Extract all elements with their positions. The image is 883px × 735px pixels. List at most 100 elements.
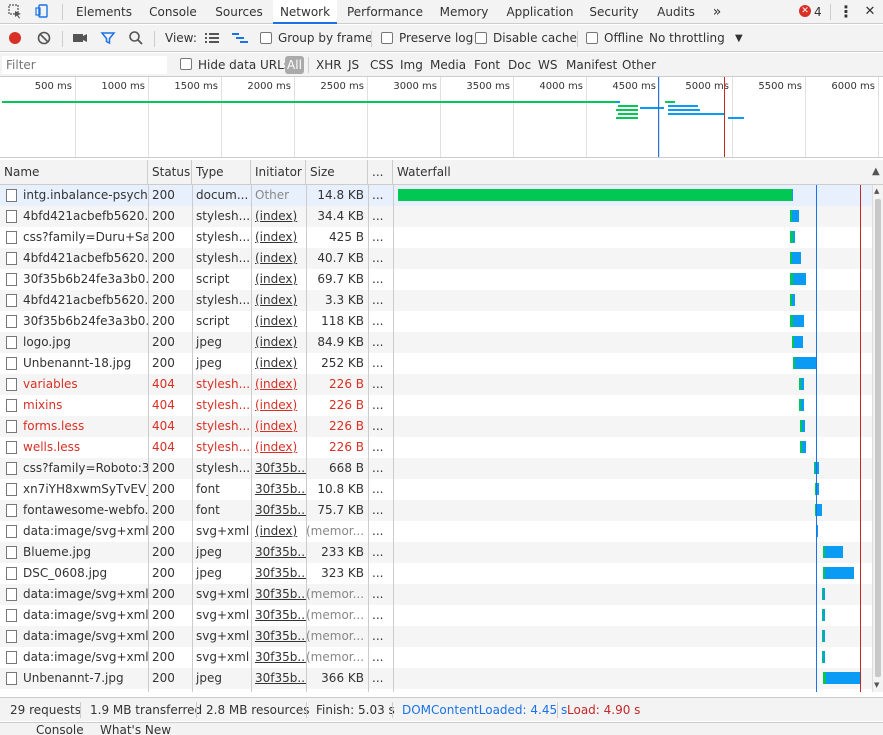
scroll-up-arrow-icon[interactable]: ▲	[874, 187, 879, 195]
waterfall-download-bar[interactable]	[793, 231, 795, 243]
table-row[interactable]: data:image/svg+xml;... 200 svg+xml30f35b..…	[0, 647, 872, 668]
waterfall-download-bar[interactable]	[801, 399, 804, 411]
hide-data-urls-checkbox[interactable]	[180, 58, 192, 70]
request-initiator[interactable]: (index)	[251, 374, 306, 395]
request-initiator[interactable]: (index)	[251, 290, 306, 311]
filter-type-font[interactable]: Font	[474, 53, 500, 77]
request-initiator[interactable]: 30f35b...	[251, 479, 306, 500]
tab-security[interactable]: Security	[586, 0, 642, 24]
request-name[interactable]: fontawesome-webfo...	[19, 500, 148, 521]
request-initiator[interactable]: 30f35b...	[251, 542, 306, 563]
filter-all-button[interactable]: All	[285, 56, 304, 74]
request-name[interactable]: wells.less	[19, 437, 148, 458]
request-name[interactable]: intg.inbalance-psych...	[19, 185, 148, 206]
waterfall-download-bar[interactable]	[793, 273, 806, 285]
group-by-frame-checkbox[interactable]	[260, 32, 272, 44]
request-name[interactable]: logo.jpg	[19, 332, 148, 353]
column-header-size[interactable]: Size	[306, 160, 368, 185]
chevron-down-icon[interactable]: ▼	[735, 25, 743, 52]
filter-type-css[interactable]: CSS	[370, 53, 394, 77]
request-initiator[interactable]: (index)	[251, 353, 306, 374]
request-name[interactable]: forms.less	[19, 416, 148, 437]
error-icon[interactable]: ✕	[799, 5, 811, 17]
waterfall-download-bar[interactable]	[823, 588, 825, 600]
error-count[interactable]: 4	[814, 0, 822, 24]
request-initiator[interactable]: (index)	[251, 437, 306, 458]
request-initiator[interactable]: 30f35b...	[251, 605, 306, 626]
request-initiator[interactable]: 30f35b...	[251, 626, 306, 647]
request-name[interactable]: 30f35b6b24fe3a3b0...	[19, 269, 148, 290]
column-header-type[interactable]: Type	[192, 160, 251, 185]
filter-type-xhr[interactable]: XHR	[316, 53, 342, 77]
table-row[interactable]: fontawesome-webfo... 200 font 30f35b... 75.7…	[0, 500, 872, 521]
request-initiator[interactable]: (index)	[251, 227, 306, 248]
column-header-status[interactable]: Status	[148, 160, 192, 185]
column-header-time[interactable]: ...	[368, 160, 393, 185]
request-name[interactable]: variables	[19, 374, 148, 395]
offline-label[interactable]: Offline	[604, 25, 643, 52]
table-row[interactable]: 30f35b6b24fe3a3b0... 200 script (index) 69.7…	[0, 269, 872, 290]
throttling-select[interactable]: No throttling	[649, 25, 725, 52]
waterfall-download-bar[interactable]	[792, 294, 795, 306]
request-initiator[interactable]: (index)	[251, 332, 306, 353]
clear-icon[interactable]	[35, 29, 53, 47]
request-name[interactable]: DSC_0608.jpg	[19, 563, 148, 584]
waterfall-waiting-bar[interactable]	[398, 189, 792, 201]
request-name[interactable]: xn7iYH8xwmSyTvEV_...	[19, 479, 148, 500]
record-icon[interactable]	[6, 29, 24, 47]
request-name[interactable]: css?family=Roboto:3...	[19, 458, 148, 479]
tab-performance[interactable]: Performance	[344, 0, 426, 24]
table-row[interactable]: xn7iYH8xwmSyTvEV_... 200 font 30f35b... 10.8…	[0, 479, 872, 500]
request-name[interactable]: Blueme.jpg	[19, 542, 148, 563]
request-name[interactable]: 30f35b6b24fe3a3b0...	[19, 311, 148, 332]
column-header-initiator[interactable]: Initiator	[251, 160, 306, 185]
table-row[interactable]: data:image/svg+xml;... 200 svg+xml(index)(…	[0, 521, 872, 542]
table-row[interactable]: data:image/svg+xml;... 200 svg+xml30f35b..…	[0, 584, 872, 605]
tab-audits[interactable]: Audits	[651, 0, 701, 24]
network-overview[interactable]: 500 ms 1000 ms 1500 ms 2000 ms 2500 ms 3…	[0, 77, 883, 158]
table-row[interactable]: forms.less 404 stylesh... (index) 226 B...	[0, 416, 872, 437]
table-row[interactable]: Blueme.jpg 200 jpeg 30f35b... 233 KB...	[0, 542, 872, 563]
table-row[interactable]: logo.jpg 200 jpeg (index) 84.9 KB...	[0, 332, 872, 353]
request-initiator[interactable]: (index)	[251, 521, 306, 542]
filter-type-manifest[interactable]: Manifest	[566, 53, 617, 77]
waterfall-download-bar[interactable]	[817, 525, 818, 537]
request-name[interactable]: data:image/svg+xml;...	[19, 584, 148, 605]
request-initiator[interactable]: (index)	[251, 416, 306, 437]
filter-type-media[interactable]: Media	[430, 53, 466, 77]
tab-network[interactable]: Network	[273, 0, 337, 24]
request-initiator[interactable]: (index)	[251, 311, 306, 332]
table-row[interactable]: 4bfd421acbefb5620... 200 stylesh... (index)…	[0, 248, 872, 269]
scroll-down-arrow-icon[interactable]: ▼	[874, 681, 879, 689]
tab-application[interactable]: Application	[502, 0, 578, 24]
table-row[interactable]: wells.less 404 stylesh... (index) 226 B...	[0, 437, 872, 458]
screenshot-camera-icon[interactable]	[71, 29, 89, 47]
device-toolbar-icon[interactable]	[33, 3, 51, 21]
waterfall-download-bar[interactable]	[825, 546, 843, 558]
waterfall-download-bar[interactable]	[823, 609, 825, 621]
filter-type-js[interactable]: JS	[348, 53, 359, 77]
request-name[interactable]: mixins	[19, 395, 148, 416]
filter-icon[interactable]	[99, 29, 117, 47]
hide-data-urls-label[interactable]: Hide data URLs	[198, 53, 290, 77]
request-name[interactable]: 4bfd421acbefb5620...	[19, 248, 148, 269]
request-name[interactable]: data:image/svg+xml;...	[19, 605, 148, 626]
tab-memory[interactable]: Memory	[434, 0, 494, 24]
filter-type-ws[interactable]: WS	[538, 53, 557, 77]
request-name[interactable]: Unbenannt-18.jpg	[19, 353, 148, 374]
offline-checkbox[interactable]	[586, 32, 598, 44]
overview-waterfall-icon[interactable]	[231, 29, 249, 47]
filter-input[interactable]	[2, 56, 167, 74]
drawer-tab-console[interactable]: Console	[36, 723, 84, 735]
table-row[interactable]: Unbenannt-18.jpg 200 jpeg (index) 252 KB...	[0, 353, 872, 374]
group-by-frame-label[interactable]: Group by frame	[278, 25, 372, 52]
sort-ascending-icon[interactable]: ▲	[872, 166, 880, 177]
request-name[interactable]: 4bfd421acbefb5620...	[19, 290, 148, 311]
table-row[interactable]: intg.inbalance-psych... 200 docum... Other 1…	[0, 185, 872, 206]
table-row[interactable]: Unbenannt-7.jpg 200 jpeg 30f35b... 366 KB...	[0, 668, 872, 689]
preserve-log-checkbox[interactable]	[381, 32, 393, 44]
request-initiator[interactable]: 30f35b...	[251, 563, 306, 584]
waterfall-download-bar[interactable]	[792, 189, 793, 201]
waterfall-download-bar[interactable]	[825, 567, 854, 579]
request-initiator[interactable]: (index)	[251, 248, 306, 269]
